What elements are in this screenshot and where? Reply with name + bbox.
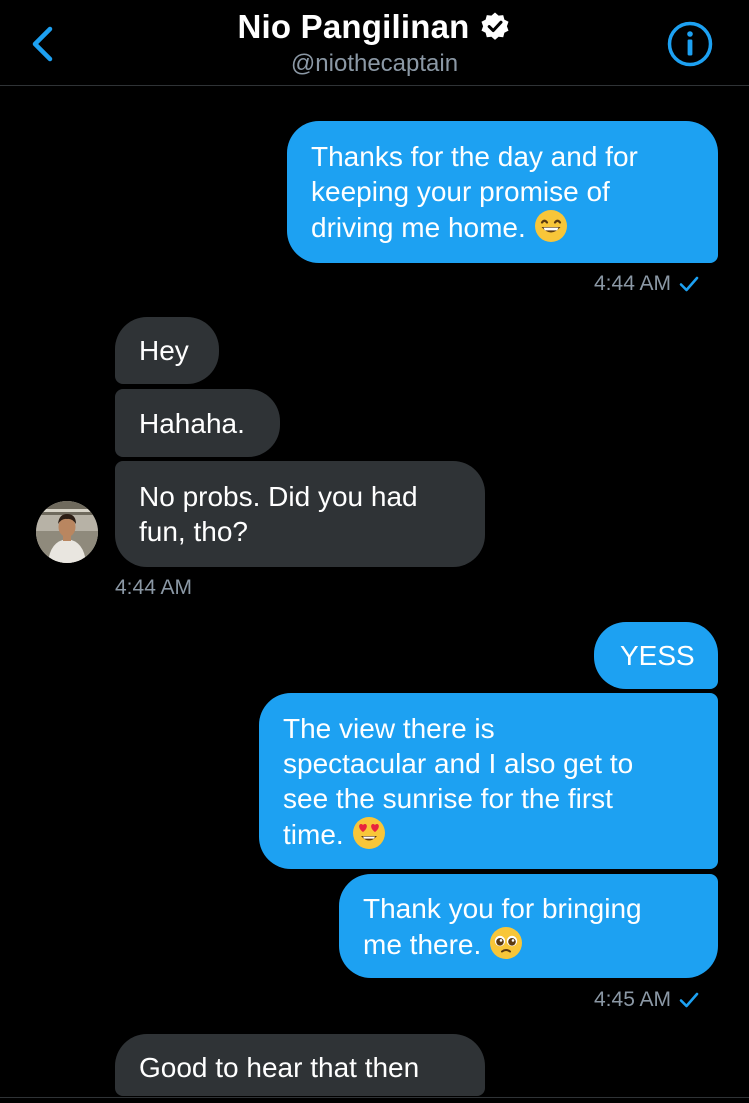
received-message-bubble[interactable]: Good to hear that then [115,1034,485,1096]
received-message-bubble[interactable]: Hahaha. [115,389,280,457]
sent-message-bubble[interactable]: Thanks for the day and for keeping your … [287,121,718,263]
verified-badge-icon [481,12,509,40]
message-timestamp: 4:44 AM [115,576,193,599]
sent-message-bubble[interactable]: The view there is spectacular and I also… [259,693,718,869]
pleading-face-icon [490,926,523,959]
message-text: No probs. Did you had fun, tho? [139,481,418,547]
sent-message-bubble[interactable]: YESS [594,622,718,689]
info-circle-icon [667,21,713,67]
message-timestamp: 4:45 AM [594,988,699,1012]
message-text: Good to hear that then [139,1052,420,1083]
message-text: Thanks for the day and for keeping your … [311,141,638,243]
message-text: Hey [139,335,189,366]
conversation-title[interactable]: Nio Pangilinan @niothecaptain [0,8,749,78]
contact-avatar[interactable] [36,501,98,563]
avatar-image [36,501,98,563]
composer-divider [0,1097,749,1098]
sent-message-bubble[interactable]: Thank you for bringing me there. [339,874,718,978]
message-text: The view there is spectacular and I also… [283,712,634,850]
smiling-face-with-heart-eyes-icon [352,816,385,849]
checkmark-icon [679,992,699,1008]
conversation-info-button[interactable] [664,18,716,70]
message-timestamp: 4:44 AM [594,272,699,296]
contact-handle: @niothecaptain [290,50,459,77]
received-message-bubble[interactable]: Hey [115,317,219,384]
grinning-face-with-smiling-eyes-icon [534,210,567,242]
contact-name: Nio Pangilinan [237,8,470,45]
checkmark-icon [679,276,699,292]
conversation-header: Nio Pangilinan @niothecaptain [0,0,749,86]
received-message-bubble[interactable]: No probs. Did you had fun, tho? [115,461,485,567]
message-text: Hahaha. [139,407,245,439]
message-text: Thank you for bringing me there. [363,892,642,960]
message-text: YESS [620,640,695,671]
